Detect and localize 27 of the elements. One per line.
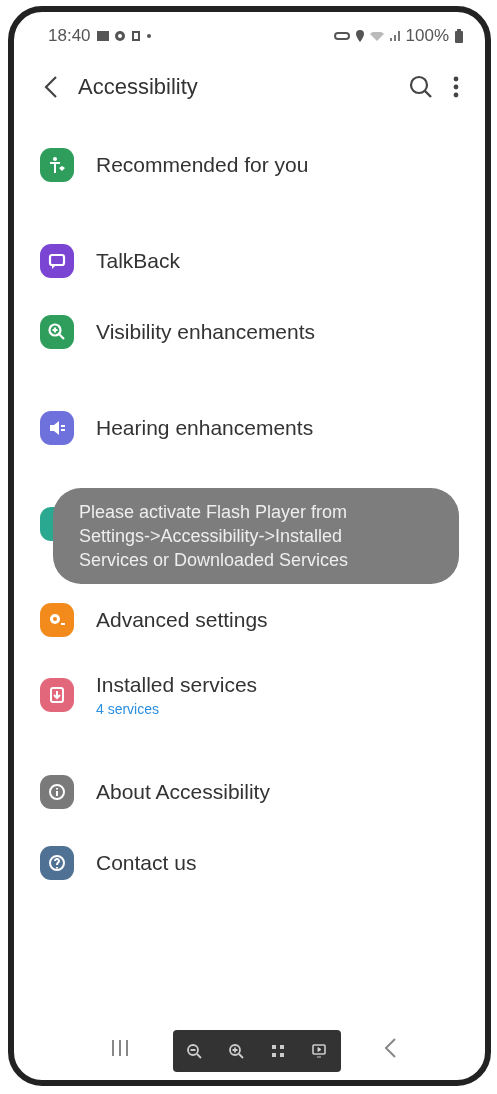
zoom-in-icon[interactable] xyxy=(228,1043,245,1059)
setting-label[interactable]: About Accessibility xyxy=(96,780,270,804)
setting-label[interactable]: Visibility enhancements xyxy=(96,320,316,344)
setting-label[interactable]: Recommended for you xyxy=(96,153,309,177)
setting-label[interactable]: TalkBack xyxy=(96,249,181,273)
battery-percent: 100% xyxy=(405,26,449,46)
grid-icon[interactable] xyxy=(270,1044,285,1058)
back-icon[interactable] xyxy=(44,75,58,99)
screen-icon[interactable] xyxy=(311,1043,328,1059)
more-options-icon[interactable] xyxy=(453,76,459,98)
dot-icon xyxy=(146,34,151,38)
page-title: Accessibility xyxy=(78,74,199,100)
recent-apps-icon[interactable] xyxy=(110,1039,130,1057)
setting-label[interactable]: Hearing enhancements xyxy=(96,416,314,440)
location-icon xyxy=(355,30,364,42)
status-time: 18:40 xyxy=(48,26,91,46)
wifi-icon xyxy=(369,31,384,41)
setting-label[interactable]: Contact us xyxy=(96,851,197,875)
zoom-out-icon[interactable] xyxy=(185,1043,202,1059)
setting-summary: 4 services xyxy=(96,701,161,717)
search-icon[interactable] xyxy=(409,75,433,99)
battery-icon xyxy=(455,29,463,43)
signal-icon xyxy=(389,31,400,41)
toast-message: Please activate Flash Player from Settings->Accessibility->Installed Services or Downloaded Services xyxy=(53,488,459,584)
back-nav-icon[interactable] xyxy=(383,1037,397,1059)
setting-label[interactable]: Advanced settings xyxy=(96,608,268,632)
setting-label[interactable]: Installed services xyxy=(96,673,258,697)
